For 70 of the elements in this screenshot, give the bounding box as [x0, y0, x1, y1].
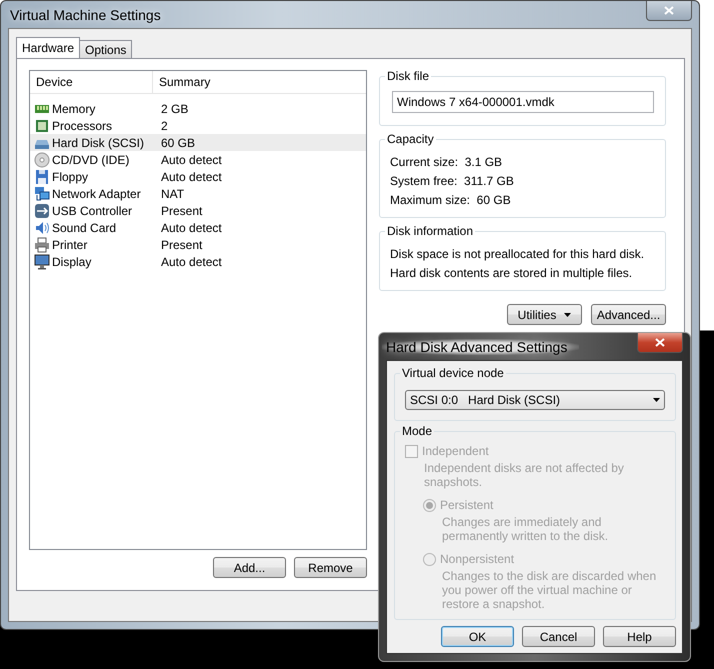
capacity-line: Current size: 3.1 GB [390, 154, 504, 170]
device-summary: 2 GB [160, 102, 188, 116]
network-icon [34, 186, 50, 202]
device-row[interactable]: Printer Present [30, 236, 366, 253]
device-row[interactable]: Processors 2 [30, 117, 366, 134]
device-summary: Auto detect [160, 170, 222, 184]
device-summary: NAT [160, 186, 184, 200]
group-label: Mode [400, 424, 434, 438]
device-summary: Auto detect [160, 254, 222, 268]
sound-icon [34, 220, 50, 236]
device-name: CD/DVD (IDE) [51, 152, 130, 166]
caret-icon [653, 398, 660, 402]
capacity-line: Maximum size: 60 GB [390, 192, 512, 208]
display-icon [34, 254, 50, 270]
dialog-button[interactable]: Help [603, 626, 676, 647]
device-summary: Auto detect [160, 152, 222, 166]
info-line: Hard disk contents are stored in multiple files. [390, 264, 634, 282]
column-header[interactable]: Summary [153, 75, 210, 89]
info-line: Disk space is not preallocated for this hard disk. [390, 246, 646, 262]
tab[interactable]: Hardware [16, 37, 80, 58]
close-icon [655, 338, 665, 347]
device-summary: Present [160, 238, 202, 252]
group-label: Disk file [385, 69, 432, 83]
device-row[interactable]: Sound Card Auto detect [30, 219, 366, 236]
device-name: Processors [51, 118, 112, 132]
device-name: Memory [51, 102, 96, 116]
device-summary: 2 [160, 118, 168, 132]
close-icon [664, 6, 674, 15]
dialog-button[interactable]: Cancel [522, 626, 595, 647]
close-button[interactable] [646, 1, 692, 21]
device-row[interactable]: Display Auto detect [30, 253, 366, 270]
device-row[interactable]: USB Controller Present [30, 202, 366, 219]
menu-button[interactable]: Utilities [507, 304, 582, 325]
list-button[interactable]: Remove [294, 557, 367, 578]
cd-icon [34, 152, 50, 168]
window-title: Virtual Machine Settings [9, 6, 161, 22]
device-summary: Present [160, 204, 202, 218]
device-summary: 60 GB [160, 136, 196, 150]
device-name: Display [51, 254, 92, 268]
device-name: Sound Card [51, 220, 116, 234]
device-row[interactable]: Hard Disk (SCSI) 60 GB [30, 134, 366, 151]
device-node-dropdown[interactable]: SCSI 0:0 Hard Disk (SCSI) [405, 390, 665, 410]
device-name: Network Adapter [51, 186, 141, 200]
printer-icon [34, 236, 50, 252]
device-row[interactable]: Network Adapter NAT [30, 185, 366, 202]
list-button[interactable]: Add... [213, 557, 286, 578]
capacity-line: System free: 311.7 GB [390, 172, 515, 190]
column-header[interactable]: Device [30, 71, 153, 93]
device-row[interactable]: CD/DVD (IDE) Auto detect [30, 151, 366, 168]
device-name: Hard Disk (SCSI) [51, 136, 144, 150]
caret-icon [564, 312, 572, 316]
disk-file-field[interactable]: Windows 7 x64-000001.vmdk [392, 91, 654, 113]
disk-button[interactable]: Advanced... [591, 304, 666, 325]
device-name: Floppy [51, 170, 88, 184]
tab[interactable]: Options [79, 40, 132, 58]
device-name: USB Controller [51, 204, 132, 218]
option-note: Changes are immediately and permanently written to the disk. [441, 515, 610, 543]
device-row[interactable]: Memory 2 GB [30, 100, 366, 117]
option-note: Changes to the disk are discarded when you power off the virtual machine or restore a snapshot. [441, 569, 658, 611]
group-label: Disk information [385, 224, 476, 238]
processor-icon [34, 118, 50, 134]
device-name: Printer [51, 238, 88, 252]
group-label: Virtual device node [400, 366, 506, 380]
device-row[interactable]: Floppy Auto detect [30, 168, 366, 185]
independent-note: Independent disks are not affected by snapshots. [423, 461, 625, 489]
dialog-button[interactable]: OK [441, 626, 514, 647]
group-label: Capacity [385, 132, 436, 146]
close-button[interactable] [637, 333, 683, 353]
floppy-icon [34, 168, 50, 184]
device-summary: Auto detect [160, 220, 222, 234]
